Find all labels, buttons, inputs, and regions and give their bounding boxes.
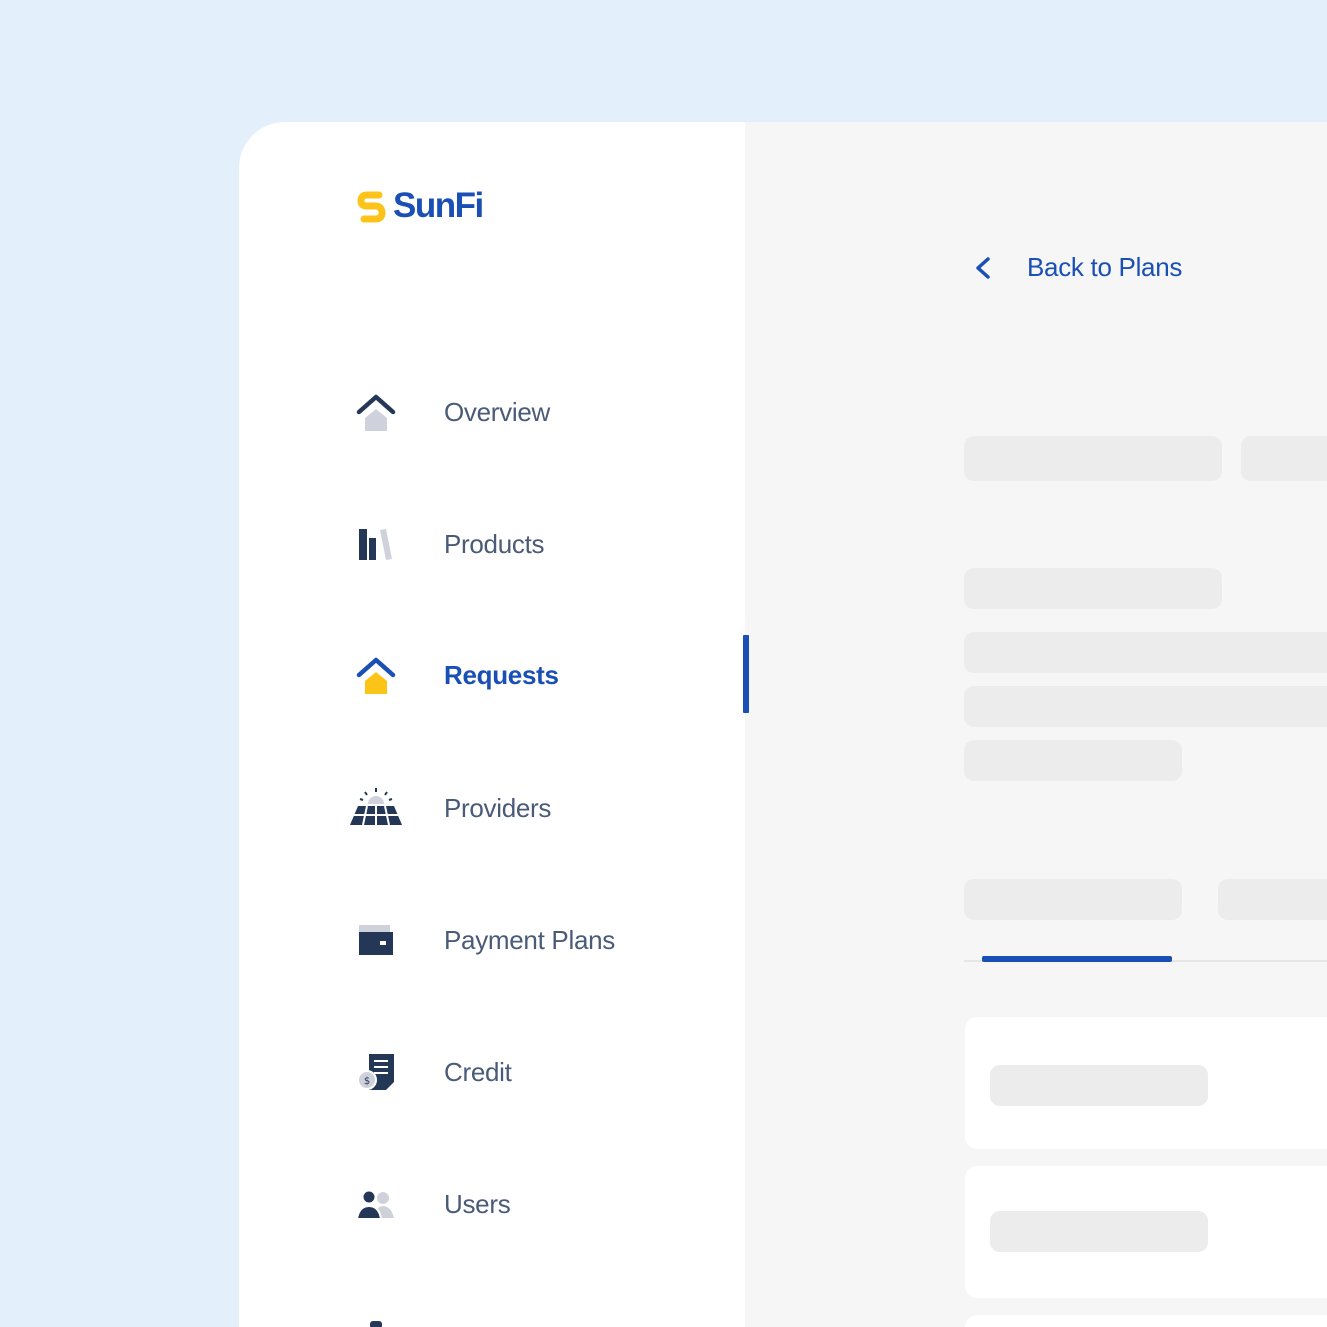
users-icon — [347, 1176, 405, 1232]
svg-text:$: $ — [364, 1076, 370, 1087]
chevron-left-icon — [976, 256, 990, 279]
back-to-plans-label: Back to Plans — [1027, 252, 1183, 282]
sidebar-item-label: Credit — [444, 1056, 512, 1087]
skeleton-placeholder — [964, 740, 1182, 781]
sidebar-item-label: Users — [444, 1188, 511, 1219]
sidebar-item-label: Products — [444, 528, 545, 559]
house-icon — [347, 647, 405, 703]
app-window: SunFi Overview Products Requests Provide… — [239, 122, 1327, 1327]
sidebar-item-users[interactable]: Users — [347, 1176, 745, 1232]
skeleton-card — [965, 1017, 1327, 1149]
logo[interactable]: SunFi — [357, 186, 484, 226]
skeleton-placeholder — [990, 1065, 1208, 1106]
skeleton-placeholder — [964, 568, 1222, 609]
sidebar-item-settings-icon-partial[interactable] — [361, 1315, 391, 1327]
house-icon — [347, 384, 405, 440]
sidebar-item-products[interactable]: Products — [347, 516, 745, 572]
sidebar-item-label: Requests — [444, 659, 559, 690]
skeleton-card — [965, 1315, 1327, 1327]
solar-panel-icon — [347, 780, 405, 836]
sidebar-item-label: Providers — [444, 792, 552, 823]
sidebar-item-credit[interactable]: $ Credit — [347, 1044, 745, 1100]
skeleton-placeholder — [964, 686, 1327, 727]
skeleton-placeholder — [990, 1211, 1208, 1252]
main-content: Back to Plans — [745, 122, 1327, 1327]
sidebar-item-requests[interactable]: Requests — [347, 635, 749, 713]
back-to-plans-link[interactable]: Back to Plans — [973, 252, 1182, 283]
products-bars-icon — [347, 516, 405, 572]
skeleton-card — [965, 1166, 1327, 1298]
logo-text: SunFi — [393, 186, 484, 225]
wallet-icon — [347, 912, 405, 968]
sidebar-item-payment-plans[interactable]: Payment Plans — [347, 912, 745, 968]
credit-document-icon: $ — [347, 1044, 405, 1100]
skeleton-placeholder — [964, 632, 1327, 673]
sidebar-item-overview[interactable]: Overview — [347, 384, 745, 440]
skeleton-placeholder — [1241, 436, 1327, 481]
skeleton-placeholder — [964, 436, 1222, 481]
sidebar-item-label: Overview — [444, 396, 550, 427]
sunfi-s-icon — [357, 191, 386, 223]
sidebar: SunFi Overview Products Requests Provide… — [239, 122, 749, 1327]
tab-underline-active — [982, 956, 1172, 962]
skeleton-tab[interactable] — [964, 879, 1182, 920]
skeleton-tab[interactable] — [1218, 879, 1327, 920]
sidebar-item-providers[interactable]: Providers — [347, 780, 745, 836]
sidebar-item-label: Payment Plans — [444, 924, 615, 955]
